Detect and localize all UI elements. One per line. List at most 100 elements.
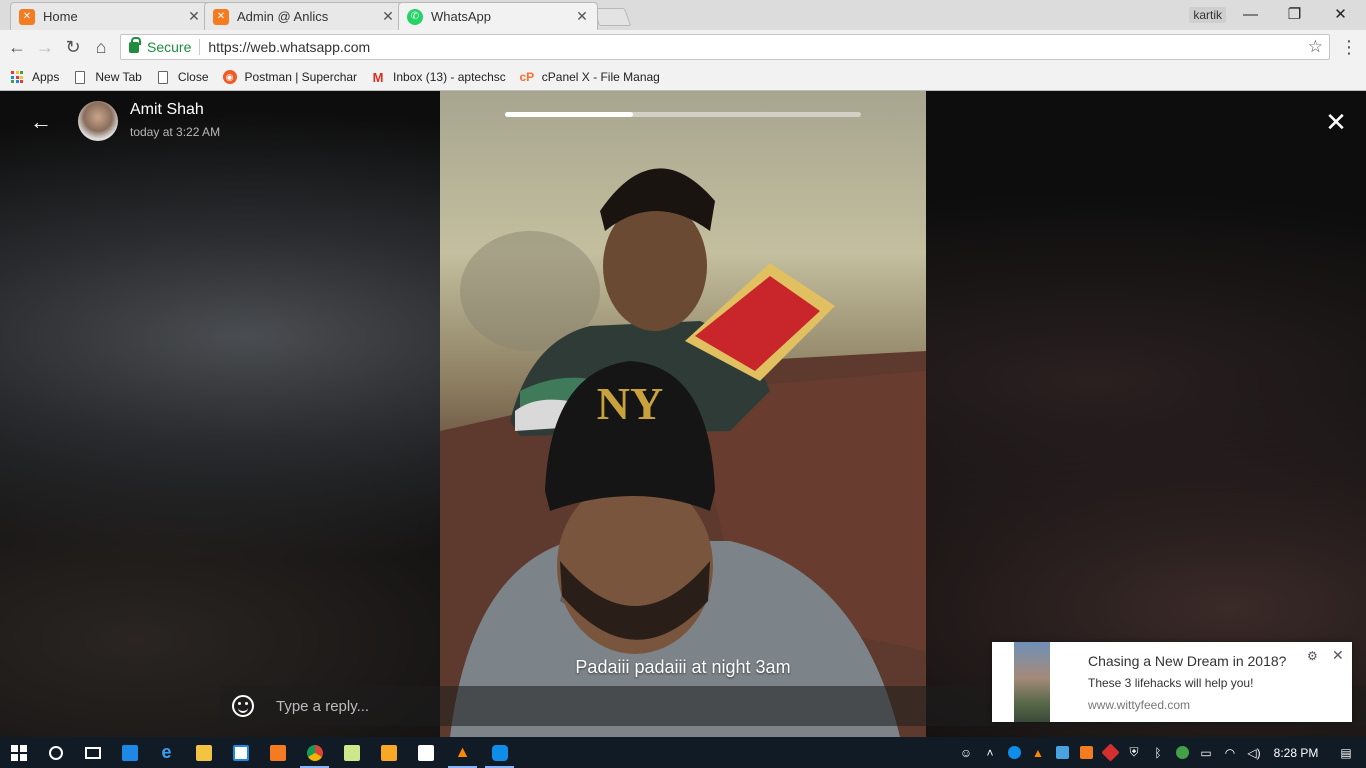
new-tab-button[interactable] [592, 8, 632, 26]
whatsapp-icon: ✆ [407, 8, 423, 25]
apps-grid-icon [10, 70, 24, 84]
gmail-icon: M [372, 69, 384, 85]
divider [199, 39, 201, 55]
search-icon[interactable] [37, 737, 74, 768]
status-image: NY [440, 168, 926, 737]
xampp-tray-icon[interactable] [1074, 737, 1098, 768]
shield-icon[interactable]: ⛨ [1122, 737, 1146, 768]
vlc-icon[interactable]: ▲ [444, 737, 481, 768]
teamviewer-icon[interactable] [481, 737, 518, 768]
close-viewer-icon[interactable]: ✕ [1324, 107, 1348, 137]
bookmark-close[interactable]: Close [156, 70, 209, 84]
minimize-button[interactable]: — [1228, 0, 1273, 28]
status-caption: Padaiii padaiii at night 3am [575, 657, 791, 677]
bookmark-cpanel[interactable]: cP cPanel X - File Manag [519, 70, 660, 84]
page-icon [73, 70, 87, 84]
tray-app-icon[interactable] [1050, 737, 1074, 768]
tab-title: WhatsApp [431, 9, 491, 24]
notification-title: Chasing a New Dream in 2018? [1088, 653, 1287, 669]
bookmark-label: cPanel X - File Manag [541, 70, 660, 84]
mail-icon[interactable] [407, 737, 444, 768]
avatar[interactable] [78, 101, 118, 141]
profile-name[interactable]: kartik [1189, 7, 1226, 23]
reload-button[interactable]: ↻ [62, 36, 84, 58]
file-explorer-icon[interactable] [185, 737, 222, 768]
bookmark-label: Inbox (13) - aptechsc [393, 70, 506, 84]
wifi-icon[interactable]: ◠ [1218, 737, 1242, 768]
emoji-icon[interactable] [232, 695, 254, 717]
status-progress-bar [505, 112, 861, 117]
edge-icon[interactable]: e [148, 737, 185, 768]
back-arrow-icon[interactable]: ← [30, 109, 54, 134]
status-photo[interactable]: NY [440, 91, 926, 737]
postman-icon: ◉ [222, 70, 237, 84]
reply-input[interactable] [276, 697, 876, 715]
windows-start-icon[interactable] [0, 737, 37, 768]
menu-icon[interactable]: ⋮ [1340, 37, 1358, 58]
notification-body: These 3 lifehacks will help you! [1088, 676, 1254, 690]
status-timestamp: today at 3:22 AM [130, 125, 221, 139]
xampp-icon: ✕ [19, 8, 35, 25]
tab-close-icon[interactable]: ✕ [575, 8, 589, 25]
network-app-icon[interactable] [1170, 737, 1194, 768]
clock[interactable]: 8:28 PM [1266, 746, 1326, 760]
people-icon[interactable]: ☺ [954, 737, 978, 768]
tab-whatsapp[interactable]: ✆ WhatsApp ✕ [398, 2, 598, 30]
store-app-icon[interactable] [111, 737, 148, 768]
page-icon [156, 70, 170, 84]
secure-label: Secure [147, 39, 192, 55]
gear-icon[interactable]: ⚙ [1307, 649, 1318, 663]
forward-button[interactable]: → [34, 36, 56, 58]
chevron-up-icon[interactable]: ˄ [978, 737, 1002, 768]
bookmark-apps[interactable]: Apps [10, 70, 59, 84]
cpanel-icon: cP [519, 70, 535, 84]
restore-button[interactable]: ❐ [1272, 0, 1317, 28]
bookmark-new-tab[interactable]: New Tab [73, 70, 142, 84]
antivirus-icon[interactable] [1098, 737, 1122, 768]
chrome-icon[interactable] [296, 737, 333, 768]
taskbar: e ▲ ☺ ˄ ▲ ⛨ ᛒ ▭ ◠ ◁) 8:28 PM ▤ [0, 737, 1366, 768]
bookmark-label: Postman | Superchar [244, 70, 358, 84]
bookmark-gmail[interactable]: M Inbox (13) - aptechsc [371, 69, 506, 85]
status-progress-fill [505, 112, 634, 117]
tab-home[interactable]: ✕ Home ✕ [10, 2, 210, 30]
system-tray: ☺ ˄ ▲ ⛨ ᛒ ▭ ◠ ◁) 8:28 PM ▤ [954, 737, 1366, 768]
tab-title: Home [43, 9, 78, 24]
contact-name: Amit Shah [130, 101, 204, 118]
tab-admin[interactable]: ✕ Admin @ Anlics ✕ [204, 2, 404, 30]
url-text[interactable]: https://web.whatsapp.com [208, 39, 370, 55]
tab-close-icon[interactable]: ✕ [187, 8, 201, 25]
tab-close-icon[interactable]: ✕ [381, 8, 395, 25]
store-icon[interactable] [222, 737, 259, 768]
window-close-button[interactable]: ✕ [1318, 0, 1363, 28]
home-button[interactable]: ⌂ [90, 36, 112, 58]
notification-thumbnail [1014, 642, 1050, 722]
teamviewer-tray-icon[interactable] [1002, 737, 1026, 768]
web-notification[interactable]: Chasing a New Dream in 2018? These 3 lif… [992, 642, 1352, 722]
bookmark-postman[interactable]: ◉ Postman | Superchar [222, 70, 358, 84]
action-center-icon[interactable]: ▤ [1326, 737, 1366, 768]
close-icon[interactable]: ✕ [1332, 647, 1344, 664]
xampp-icon: ✕ [213, 8, 229, 25]
bluetooth-icon[interactable]: ᛒ [1146, 737, 1170, 768]
notepad-icon[interactable] [333, 737, 370, 768]
bookmarks-bar: Apps New Tab Close ◉ Postman | Superchar… [0, 64, 1366, 91]
battery-icon[interactable]: ▭ [1194, 737, 1218, 768]
tab-strip: ✕ Home ✕ ✕ Admin @ Anlics ✕ ✆ WhatsApp ✕… [0, 0, 1366, 30]
lock-icon [129, 36, 141, 53]
status-viewer: NY ← Amit Shah today at 3:22 AM ✕ Padaii… [0, 91, 1366, 737]
bookmark-star-icon[interactable]: ☆ [1308, 37, 1323, 57]
xampp-icon[interactable] [259, 737, 296, 768]
back-button[interactable]: ← [6, 36, 28, 58]
media-player-icon[interactable] [370, 737, 407, 768]
bookmark-label: Apps [32, 70, 60, 84]
tab-title: Admin @ Anlics [237, 9, 329, 24]
task-view-icon[interactable] [74, 737, 111, 768]
vlc-tray-icon[interactable]: ▲ [1026, 737, 1050, 768]
notification-url: www.wittyfeed.com [1088, 698, 1191, 712]
bookmark-label: Close [177, 70, 209, 84]
svg-text:NY: NY [597, 378, 663, 429]
address-bar[interactable]: Secure https://web.whatsapp.com ☆ [120, 34, 1330, 60]
bookmark-label: New Tab [95, 70, 142, 84]
volume-icon[interactable]: ◁) [1242, 737, 1266, 768]
